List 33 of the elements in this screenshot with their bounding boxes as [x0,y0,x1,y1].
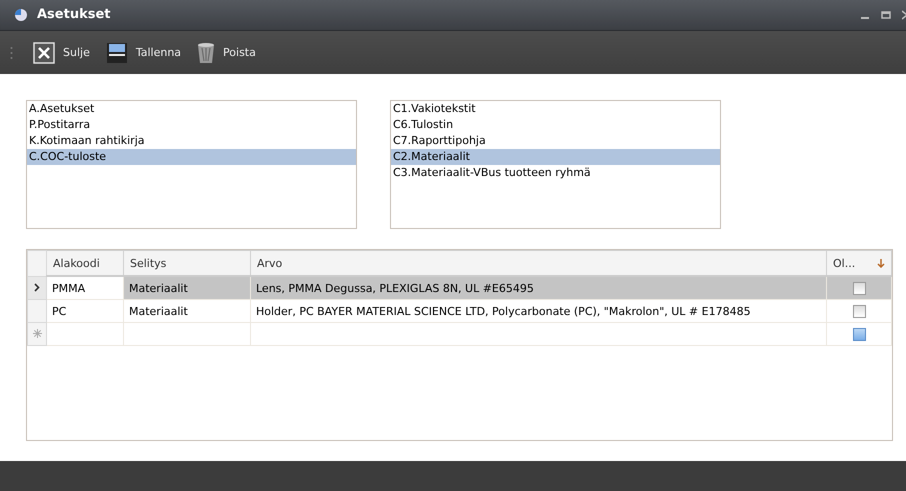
list-item[interactable]: C.COC-tuloste [27,149,356,166]
column-header[interactable]: Alakoodi [46,250,124,276]
header-cell [28,250,46,276]
checkbox[interactable] [852,282,866,296]
checkbox[interactable] [852,305,866,318]
chevron-icon [34,282,40,292]
list-item[interactable]: C1.Vakiotekstit [391,101,720,118]
list-item[interactable]: C3.Materiaalit-VBus tuotteen ryhmä [391,165,720,182]
grip-icon [10,44,13,60]
list-item[interactable]: C6.Tulostin [391,117,720,134]
trash-can-icon [197,42,216,64]
row-header[interactable] [28,276,46,300]
asterisk-icon [33,328,42,338]
list-item[interactable]: P.Postitarra [27,117,356,134]
table-cell: Materiaalit [124,276,250,300]
column-header[interactable]: Selitys [124,250,250,276]
list-item[interactable]: C2.Materiaalit [391,149,720,166]
table-cell: Lens, PMMA Degussa, PLEXIGLAS 8N, UL #E65495 [250,276,826,300]
list-item[interactable]: C7.Raporttipohja [391,133,720,150]
sort-arrow-icon [877,258,885,268]
toolbar-button[interactable]: Tallenna [106,42,186,64]
window-title: Asetukset [37,7,112,22]
list-item[interactable]: A.Asetukset [27,101,356,118]
maximize-icon[interactable] [881,10,891,20]
checkbox[interactable] [852,328,866,342]
table-cell: PC [46,300,124,323]
table-cell: Holder, PC BAYER MATERIAL SCIENCE LTD, Polycarbonate (PC), "Makrolon", UL # E178485 [250,300,826,323]
toolbar-button[interactable]: Poista [197,42,260,64]
column-header[interactable]: Arvo [250,250,826,276]
table-cell: Materiaalit [124,300,250,323]
list-item[interactable]: K.Kotimaan rahtikirja [27,133,356,150]
toolbar-button[interactable]: Sulje [33,42,94,64]
column-header[interactable]: Ol... [826,250,892,276]
